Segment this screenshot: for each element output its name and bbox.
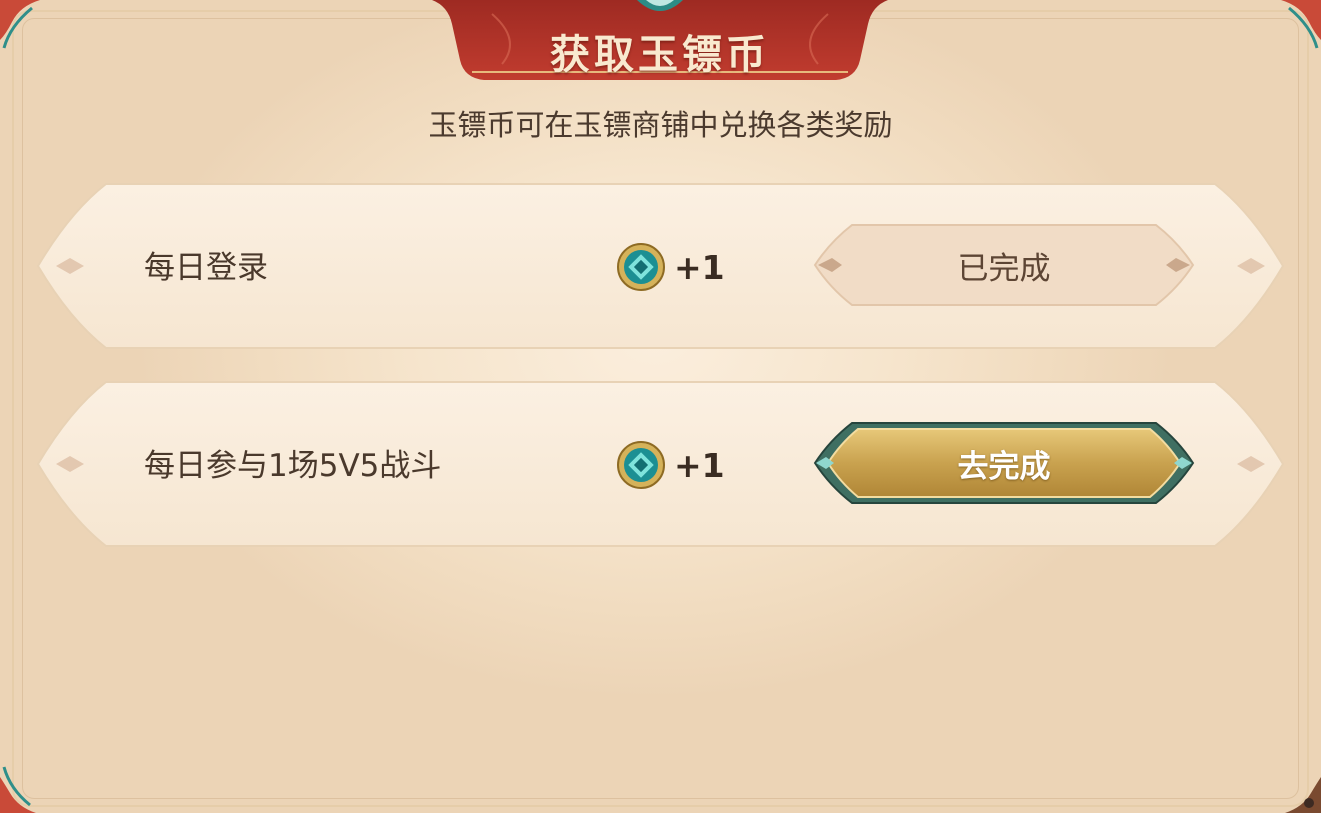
jade-coin-icon [617,441,665,489]
corner-ornament-icon [0,766,36,813]
completed-button[interactable]: 已完成 [812,222,1196,308]
go-complete-button[interactable]: 去完成 [812,420,1196,506]
button-label: 已完成 [957,251,1051,287]
reward-dialog: 获取玉镖币 玉镖币可在玉镖商铺中兑换各类奖励 每日登录 +1 已完成 每日参与1… [0,0,1321,813]
reward-amount: +1 [674,445,725,485]
dialog-title: 获取玉镖币 [550,31,770,78]
corner-ornament-icon [1285,777,1321,813]
task-label: 每日参与1场5V5战斗 [144,448,442,484]
task-reward: +1 [616,240,725,294]
task-label: 每日登录 [144,250,268,286]
task-reward: +1 [616,438,725,492]
reward-amount: +1 [674,247,725,287]
title-banner: 获取玉镖币 [432,0,888,84]
task-row: 每日登录 +1 已完成 [36,182,1285,350]
button-label: 去完成 [957,449,1051,485]
corner-ornament-icon [1281,0,1321,49]
jade-coin-icon [617,243,665,291]
task-row: 每日参与1场5V5战斗 +1 去完成 [36,380,1285,548]
corner-ornament-icon [0,0,40,49]
dialog-subtitle: 玉镖币可在玉镖商铺中兑换各类奖励 [428,108,893,142]
